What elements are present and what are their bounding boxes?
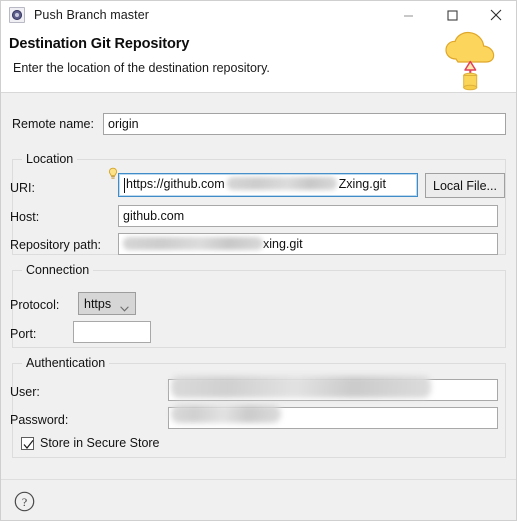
- page-subtitle: Enter the location of the destination re…: [13, 61, 270, 75]
- uri-redacted-segment: [226, 177, 337, 190]
- push-branch-dialog: Push Branch master Destination Git Repos…: [0, 0, 517, 521]
- page-title: Destination Git Repository: [9, 36, 190, 52]
- chevron-down-icon: [120, 301, 129, 312]
- text-caret: [124, 178, 125, 193]
- store-in-secure-store-label: Store in Secure Store: [40, 436, 160, 450]
- user-input[interactable]: [168, 376, 498, 401]
- repository-path-redacted-segment: [123, 237, 263, 250]
- maximize-icon[interactable]: [430, 1, 474, 29]
- title-bar: Push Branch master: [1, 1, 516, 29]
- uri-label: URI:: [10, 181, 35, 195]
- remote-name-row: Remote name:: [1, 113, 516, 137]
- uri-input[interactable]: https://github.com Zxing.git: [118, 173, 418, 197]
- uri-field-wrap: https://github.com Zxing.git: [108, 167, 418, 197]
- remote-name-label: Remote name:: [12, 117, 94, 131]
- authentication-group-title: Authentication: [22, 356, 110, 370]
- uri-value: https://github.com Zxing.git: [126, 177, 386, 191]
- window-controls: [386, 1, 516, 29]
- port-label: Port:: [10, 327, 37, 341]
- uri-prefix: https://github.com: [126, 177, 225, 191]
- checkbox-box: [21, 436, 34, 450]
- repository-path-suffix: xing.git: [263, 237, 303, 251]
- password-redacted-value: [171, 405, 281, 423]
- minimize-icon[interactable]: [386, 1, 430, 29]
- lightbulb-icon: [108, 167, 118, 181]
- help-icon[interactable]: ?: [14, 491, 35, 512]
- uri-suffix: Zxing.git: [338, 177, 386, 191]
- close-icon[interactable]: [474, 1, 516, 29]
- port-input[interactable]: [73, 321, 151, 343]
- protocol-label: Protocol:: [10, 298, 60, 312]
- repository-path-label: Repository path:: [10, 238, 102, 252]
- location-group-title: Location: [22, 152, 78, 166]
- protocol-select[interactable]: https: [78, 292, 136, 315]
- repository-path-input[interactable]: xing.git: [118, 233, 498, 255]
- password-label: Password:: [10, 413, 69, 427]
- dialog-footer: ? < Back Next > Finish Cancel: [1, 480, 516, 520]
- cloud-push-icon: [436, 29, 506, 92]
- wizard-header: Destination Git Repository Enter the loc…: [1, 29, 516, 93]
- store-in-secure-store-checkbox[interactable]: Store in Secure Store: [21, 436, 160, 450]
- check-icon: [23, 439, 34, 449]
- svg-text:?: ?: [22, 495, 27, 509]
- host-label: Host:: [10, 210, 40, 224]
- git-repository-icon: [9, 7, 25, 23]
- user-label: User:: [10, 385, 40, 399]
- password-input[interactable]: [168, 405, 498, 429]
- window-title: Push Branch master: [34, 8, 150, 22]
- local-file-button[interactable]: Local File...: [425, 173, 505, 198]
- connection-group-title: Connection: [22, 263, 94, 277]
- remote-name-input[interactable]: [103, 113, 506, 135]
- host-input[interactable]: [118, 205, 498, 227]
- user-redacted-value: [171, 376, 431, 398]
- protocol-selected-value: https: [84, 296, 112, 311]
